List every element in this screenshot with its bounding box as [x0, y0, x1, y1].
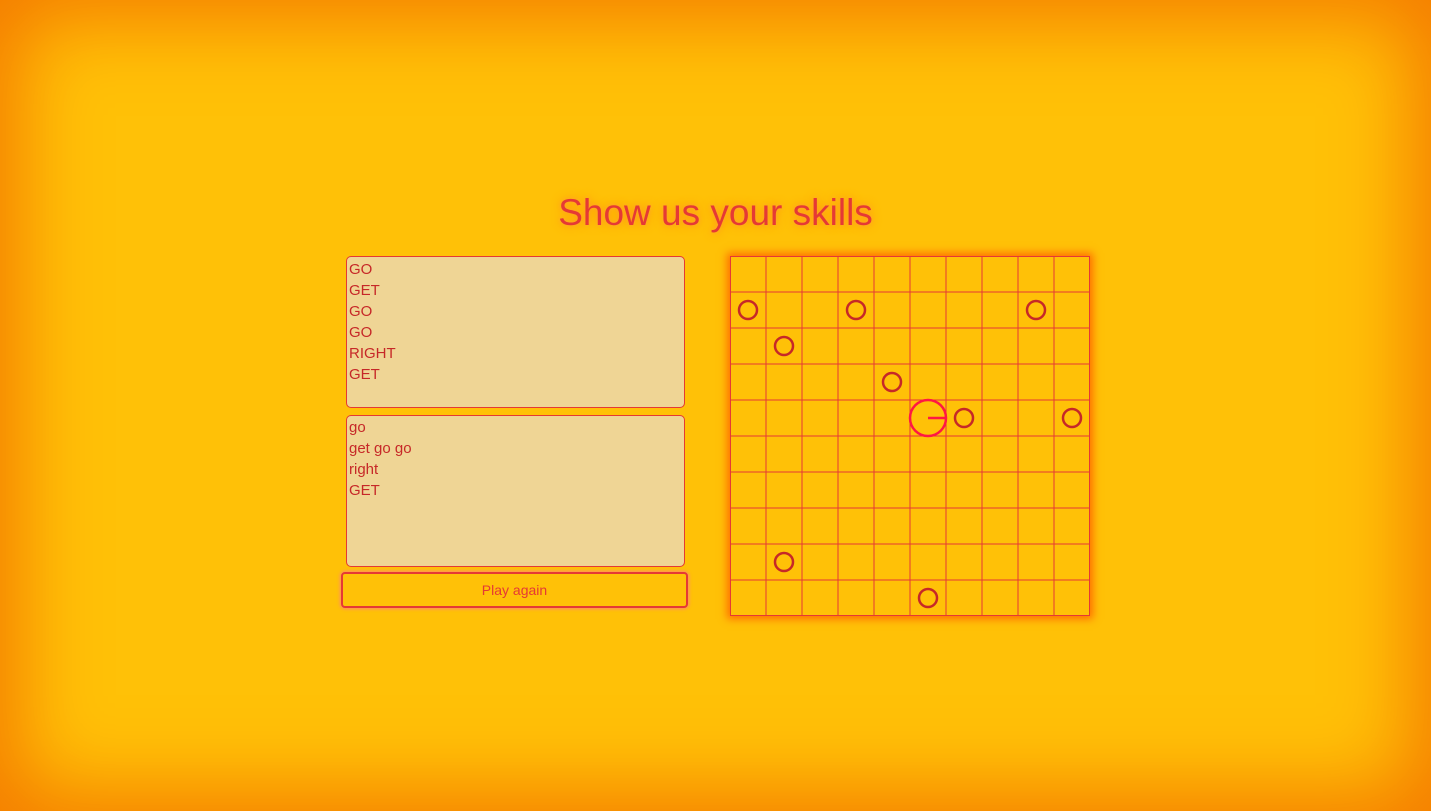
output-line: GET	[349, 282, 380, 299]
play-again-button[interactable]: Play again	[341, 572, 688, 608]
input-line: GET	[349, 482, 380, 499]
output-line: GET	[349, 366, 380, 383]
output-line: GO	[349, 261, 373, 278]
output-line: RIGHT	[349, 345, 396, 362]
input-line: go	[349, 419, 366, 436]
input-line: right	[349, 461, 379, 478]
output-line: GO	[349, 324, 373, 341]
output-line: GO	[349, 303, 373, 320]
program-input-box[interactable]: go get go go right GET	[346, 415, 685, 567]
game-board	[730, 256, 1090, 616]
input-line: get go go	[349, 440, 412, 457]
program-output-box: GO GET GO GO RIGHT GET	[346, 256, 685, 408]
page-title: Show us your skills	[558, 192, 873, 233]
